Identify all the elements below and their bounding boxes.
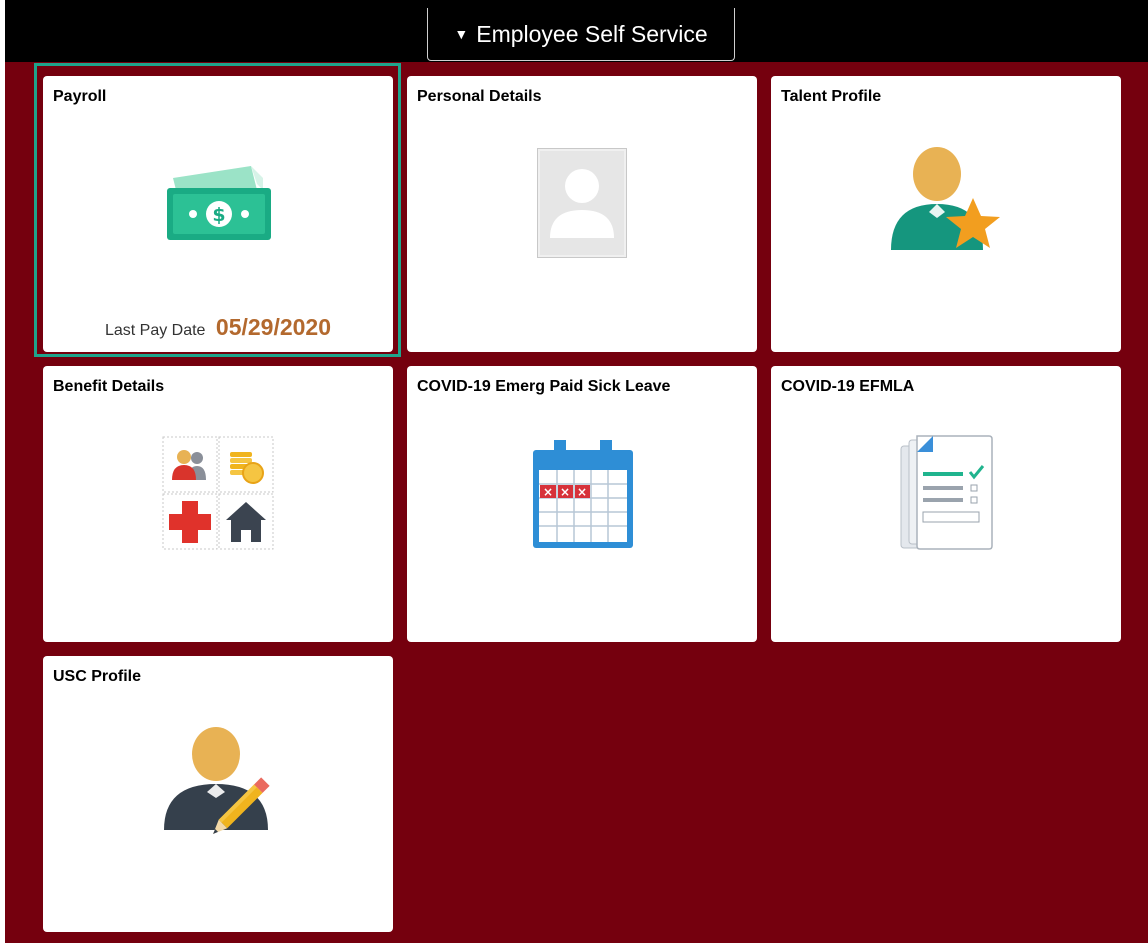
tile-title: Personal Details — [417, 88, 542, 105]
tile-title: USC Profile — [53, 668, 142, 685]
homepage-selector-dropdown[interactable]: ▼ Employee Self Service — [427, 8, 735, 61]
money-bill-icon: $ — [167, 166, 271, 240]
tile-title: COVID-19 Emerg Paid Sick Leave — [417, 378, 671, 395]
tile-title: Talent Profile — [781, 88, 882, 105]
tile-title: Benefit Details — [53, 378, 165, 395]
tile-usc-profile[interactable]: USC Profile — [43, 656, 393, 932]
tile-title: COVID-19 EFMLA — [781, 378, 915, 395]
person-pencil-icon — [164, 727, 270, 834]
last-pay-date-value: 05/29/2020 — [215, 314, 332, 340]
benefits-grid-icon — [162, 436, 274, 550]
checklist-document-icon — [900, 435, 993, 550]
calendar-icon: × × × — [533, 440, 633, 548]
tile-payroll[interactable]: Payroll $ Last Pay Date 05/29/2020 — [43, 76, 393, 352]
tile-talent-profile[interactable]: Talent Profile — [771, 76, 1121, 352]
caret-down-icon: ▼ — [454, 26, 469, 42]
tile-title: Payroll — [53, 88, 107, 105]
calendar-mark: × — [543, 485, 553, 499]
last-pay-date-label: Last Pay Date — [104, 322, 206, 339]
calendar-mark: × — [577, 485, 587, 499]
tile-personal-details[interactable]: Personal Details — [407, 76, 757, 352]
homepage-selector-label: Employee Self Service — [476, 20, 708, 47]
last-pay-date: Last Pay Date 05/29/2020 — [43, 314, 393, 341]
person-star-icon — [891, 147, 1000, 250]
calendar-mark: × — [560, 485, 570, 499]
svg-text:$: $ — [212, 204, 225, 226]
tile-covid-19-efmla[interactable]: COVID-19 EFMLA — [771, 366, 1121, 642]
person-photo-placeholder-icon — [537, 148, 627, 258]
tile-covid-19-emerg-paid-sick-leave[interactable]: COVID-19 Emerg Paid Sick Leave × × × — [407, 366, 757, 642]
tile-benefit-details[interactable]: Benefit Details — [43, 366, 393, 642]
